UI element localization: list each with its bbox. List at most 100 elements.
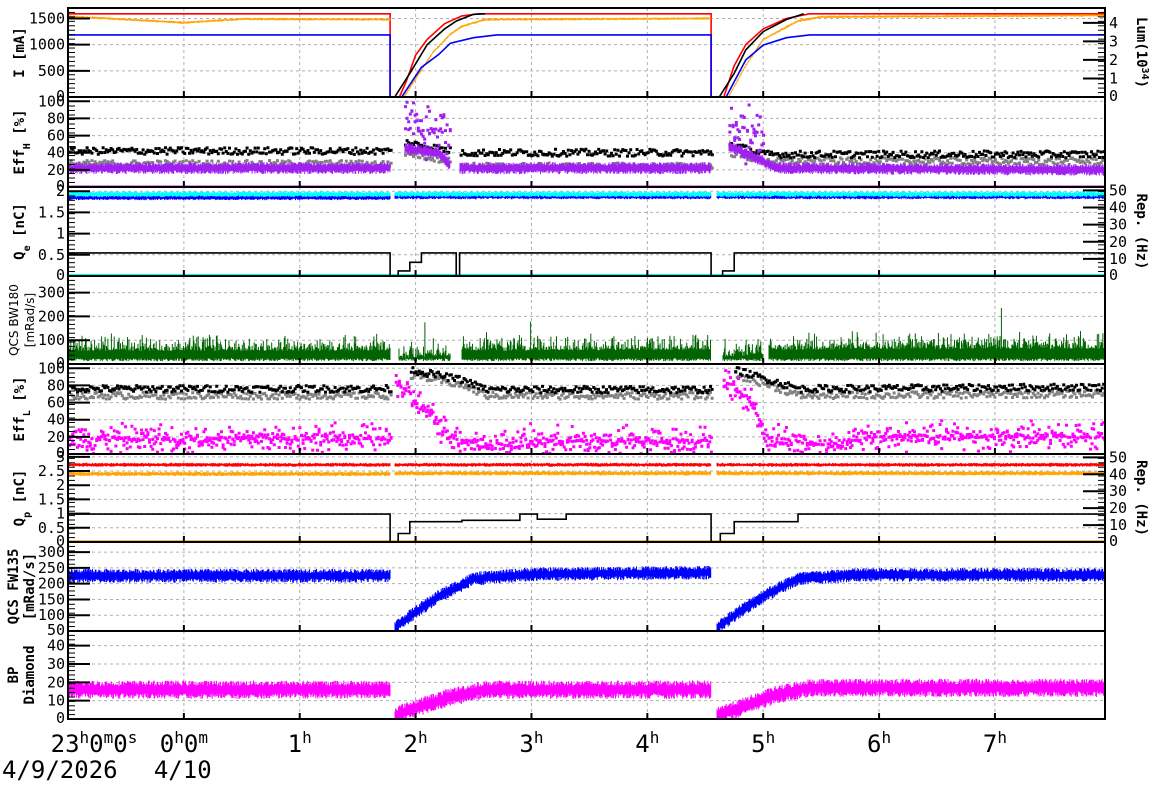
y-tick-label: 100 [38,606,65,624]
series-bp-diamond [68,680,712,719]
x-tick-value: 3 [519,730,533,758]
label-text: Eff [12,149,28,174]
x-tick-unit: h [766,728,776,747]
y-tick-label: 20 [47,428,65,446]
y-tick-label: 500 [38,62,65,80]
y-axis-label-line2: Diamond [22,645,38,704]
right-axis-label: Rep. (Hz) [1133,460,1149,536]
y-tick-label: 30 [47,655,65,673]
right-axis-label: Rep. (Hz) [1133,194,1149,270]
x-tick-value: 2 [404,730,418,758]
series-group [68,100,1105,187]
y-axis-label: Qe [nC] [12,203,33,260]
y-tick-label: 100 [38,359,65,377]
time-axis: 23h0m0s 0h0m 1h 2h 3h 4h 5h 6h 7h4/9/2026 4/10 [2,728,1007,784]
right-y-tick-label: 50 [1109,448,1127,466]
right-y-tick-label: 40 [1109,199,1127,217]
x-tick-value: 0 [184,730,198,758]
x-tick-value: 5 [751,730,765,758]
y-tick-label: 40 [47,637,65,655]
beam-monitor-chart: 050010001500I [mA]01234 Lum(1034)02040608… [2,7,1151,784]
y-axis-label: I [mA] [12,27,28,78]
y-axis-label: BP [6,667,22,684]
panel-frame [67,453,1106,543]
right-y-tick-label: 0 [1109,532,1118,550]
y-tick-label: 1000 [29,36,65,54]
y-tick-label: 1 [56,225,65,243]
panel-bw180: 0100200300QCS BW180 [mRad/s] [7,275,1106,372]
label-text: Q [12,518,28,526]
y-tick-label: 150 [38,590,65,608]
y-tick-label: 40 [47,144,65,162]
y-axis-label: EffL [%] [12,376,33,441]
x-tick-value: 1 [288,730,302,758]
x-tick-unit: h [534,728,544,747]
panel-frame [67,186,1106,277]
label-text: Eff [12,416,28,441]
label-text: Rep. (Hz) [1133,460,1149,536]
y-tick-label: 300 [38,284,65,302]
y-tick-label: 80 [47,376,65,394]
series-effh-black [68,139,1105,160]
y-tick-label: 60 [47,127,65,145]
x-tick-label: 7h [983,728,1007,758]
right-y-tick-label: 0 [1109,266,1118,284]
label-text: I [mA] [12,27,28,78]
x-tick-label: 5h [751,728,775,758]
label-text: [%] [12,376,28,410]
x-tick-unit: h [650,728,660,747]
y-tick-label: 200 [38,575,65,593]
x-tick-unit: m [104,728,114,747]
panel-frame [67,541,1106,632]
y-tick-label: 1500 [29,9,65,27]
right-y-tick-label: 2 [1109,51,1118,69]
y-axis-label: Qp [nC] [12,470,33,527]
panel-effh: 020406080100EffH [%] [12,92,1106,195]
series-effl-magenta [68,369,1105,454]
y-tick-label: 60 [47,394,65,412]
series-effl-black [68,366,1105,395]
x-tick-label: 3h [519,728,543,758]
x-tick-unit: h [80,728,90,747]
y-tick-label: 3 [56,448,65,466]
y-tick-label: 0 [56,266,65,284]
x-tick-unit: h [881,728,891,747]
label-text: Q [12,251,28,259]
label-text: [%] [12,109,28,143]
right-y-tick-label: 3 [1109,32,1118,50]
right-y-tick-label: 20 [1109,499,1127,517]
series-group [68,462,1105,542]
panel-current: 050010001500I [mA]01234 Lum(1034) [12,7,1151,105]
right-y-tick-label: 10 [1109,516,1127,534]
right-axis-label: Lum(1034) [1133,17,1151,88]
series-qp-orange [68,471,1105,477]
x-tick-unit: m [198,728,208,747]
label-text: Lum(10 [1133,17,1149,68]
series-ler-current [68,14,1105,97]
panel-frame [67,7,1106,98]
x-tick-label: 1h [288,728,312,758]
series-group [68,366,1105,454]
y-axis-label: QCS BW180 [7,284,21,356]
panel-bp: 010203040 BP Diamond [6,630,1106,727]
x-tick-value: 0 [89,730,103,758]
right-y-tick-label: 20 [1109,233,1127,251]
right-y-tick-label: 30 [1109,216,1127,234]
right-y-tick-label: 0 [1109,87,1118,105]
x-tick-value: 0 [160,730,174,758]
x-tick-value: 0 [113,730,127,758]
series-e-rep-rate [68,252,1105,276]
x-tick-unit: h [302,728,312,747]
y-tick-label: 1.5 [38,203,65,221]
x-tick-label: 0h0m [160,728,208,758]
y-tick-label: 200 [38,307,65,325]
label-text: [nC] [12,203,28,245]
series-black-current [394,13,804,97]
x-tick-value: 6 [867,730,881,758]
x-tick-label: 6h [867,728,891,758]
series-group [68,566,1105,631]
right-y-tick-label: 1 [1109,69,1118,87]
date-label: 4/9/2026 [2,756,118,782]
label-text: [nC] [12,470,28,512]
y-tick-label: 10 [47,692,65,710]
